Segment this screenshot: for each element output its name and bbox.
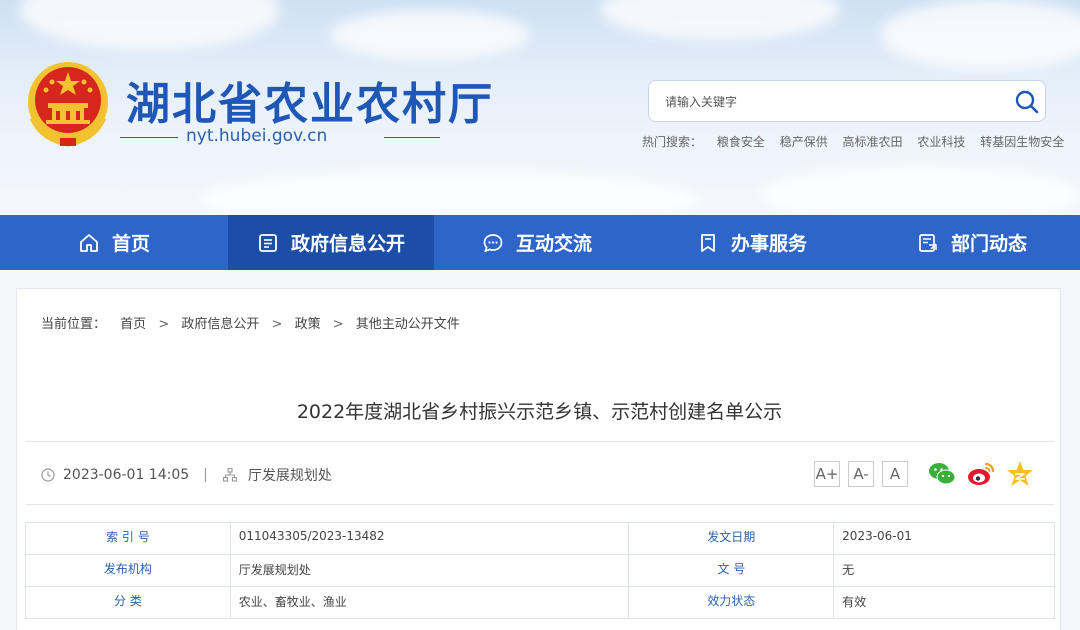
font-increase-button[interactable]: A+ <box>814 461 840 487</box>
document-info-table: 索 引 号 011043305/2023-13482 发文日期 2023-06-… <box>25 522 1055 619</box>
info-label: 索 引 号 <box>25 522 231 555</box>
info-value: 011043305/2023-13482 <box>229 522 630 555</box>
content-panel: 当前位置： 首页 > 政府信息公开 > 政策 > 其他主动公开文件 2022年度… <box>16 288 1061 630</box>
nav-item-interaction[interactable]: 互动交流 <box>434 215 640 270</box>
nav-item-label: 首页 <box>111 233 150 255</box>
hot-search-label: 热门搜索： <box>642 135 703 149</box>
bookmark-icon <box>701 233 715 252</box>
domain-line-right <box>384 137 440 138</box>
article-title: 2022年度湖北省乡村振兴示范乡镇、示范村创建名单公示 <box>296 401 783 423</box>
font-reset-button[interactable]: A <box>882 461 908 487</box>
nav-item-services[interactable]: 办事服务 <box>640 215 864 270</box>
publish-datetime: 2023-06-01 14:05 <box>63 467 190 483</box>
qzone-icon[interactable] <box>1005 459 1035 489</box>
nav-item-label: 部门动态 <box>950 233 1027 255</box>
nav-item-label: 互动交流 <box>515 233 592 255</box>
info-value: 2023-06-01 <box>833 522 1055 555</box>
breadcrumb-separator: > <box>332 317 344 332</box>
domain-line-left <box>120 137 178 138</box>
info-value: 农业、畜牧业、渔业 <box>229 586 630 619</box>
nav-item-label: 政府信息公开 <box>290 233 405 255</box>
table-row: 发布机构 厅发展规划处 文 号 无 <box>25 554 1055 587</box>
cloud-decoration <box>600 0 840 40</box>
national-emblem-icon <box>28 62 108 147</box>
info-value: 厅发展规划处 <box>229 554 630 587</box>
breadcrumb-home[interactable]: 首页 <box>120 317 146 332</box>
search-input[interactable] <box>665 92 995 112</box>
document-list-icon <box>259 233 277 252</box>
table-row: 索 引 号 011043305/2023-13482 发文日期 2023-06-… <box>25 522 1055 555</box>
cloud-decoration <box>760 165 1080 215</box>
breadcrumb-gov-info[interactable]: 政府信息公开 <box>181 317 259 332</box>
search-icon[interactable] <box>1013 88 1041 116</box>
hot-search: 热门搜索： 粮食安全 稳产保供 高标准农田 农业科技 转基因生物安全 <box>642 133 1075 150</box>
breadcrumb-separator: > <box>271 317 283 332</box>
cloud-decoration <box>880 0 1080 70</box>
hot-search-item[interactable]: 稳产保供 <box>780 135 828 149</box>
hot-search-item[interactable]: 转基因生物安全 <box>980 135 1064 149</box>
site-header: 湖北省农业农村厅 nyt.hubei.gov.cn 热门搜索： 粮食安全 稳产保… <box>0 0 1080 215</box>
breadcrumb-policy[interactable]: 政策 <box>295 317 321 332</box>
home-icon <box>80 233 98 252</box>
news-icon <box>919 233 937 252</box>
breadcrumb-other-docs[interactable]: 其他主动公开文件 <box>356 317 460 332</box>
font-reset-label: A <box>889 465 901 483</box>
org-structure-icon <box>222 467 237 482</box>
nav-item-gov-info[interactable]: 政府信息公开 <box>228 215 434 270</box>
meta-separator: | <box>203 467 208 483</box>
hot-search-item[interactable]: 农业科技 <box>917 135 965 149</box>
info-label: 文 号 <box>628 554 835 587</box>
main-nav: 首页 政府信息公开 互动交流 办事服务 部门动态 <box>0 215 1080 270</box>
nav-item-news[interactable]: 部门动态 <box>864 215 1080 270</box>
hot-search-item[interactable]: 粮食安全 <box>717 135 765 149</box>
article-meta: 2023-06-01 14:05 | 厅发展规划处 <box>41 465 332 485</box>
nav-item-home[interactable]: 首页 <box>0 215 228 270</box>
breadcrumb: 当前位置： 首页 > 政府信息公开 > 政策 > 其他主动公开文件 <box>41 313 460 332</box>
info-value: 有效 <box>833 586 1055 619</box>
font-decrease-label: A- <box>853 465 869 483</box>
clock-icon <box>41 468 55 482</box>
hot-search-item[interactable]: 高标准农田 <box>843 135 903 149</box>
chat-icon <box>483 233 503 252</box>
nav-item-label: 办事服务 <box>730 233 807 255</box>
info-value: 无 <box>833 554 1055 587</box>
breadcrumb-separator: > <box>158 317 170 332</box>
info-label: 发布机构 <box>25 554 231 587</box>
font-increase-label: A+ <box>815 465 839 483</box>
meta-divider <box>25 504 1055 505</box>
table-row: 分 类 农业、畜牧业、渔业 效力状态 有效 <box>25 586 1055 619</box>
wechat-icon[interactable] <box>927 459 957 489</box>
site-domain: nyt.hubei.gov.cn <box>186 126 328 146</box>
cloud-decoration <box>330 10 530 60</box>
publisher: 厅发展规划处 <box>247 468 332 484</box>
cloud-decoration <box>20 0 280 50</box>
weibo-icon[interactable] <box>966 459 996 489</box>
title-divider <box>25 441 1055 442</box>
font-decrease-button[interactable]: A- <box>848 461 874 487</box>
info-label: 分 类 <box>25 586 231 619</box>
search-box <box>648 80 1046 122</box>
site-title: 湖北省农业农村厅 <box>126 79 494 130</box>
cloud-decoration <box>200 170 700 215</box>
info-label: 发文日期 <box>628 522 835 555</box>
breadcrumb-label: 当前位置： <box>41 317 107 332</box>
info-label: 效力状态 <box>628 586 835 619</box>
